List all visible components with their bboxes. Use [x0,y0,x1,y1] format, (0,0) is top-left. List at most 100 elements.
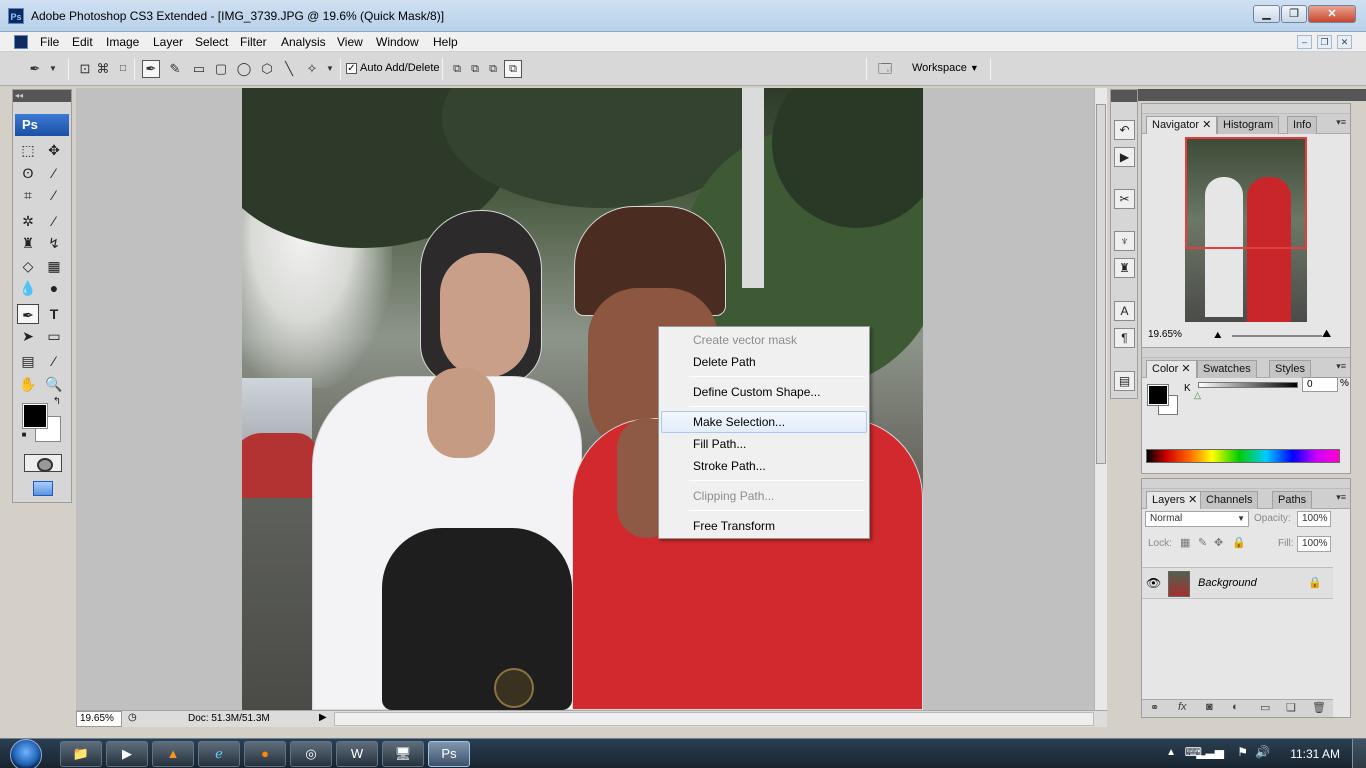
menu-edit[interactable]: Edit [72,35,93,49]
type-tool-icon[interactable]: T [43,304,65,324]
status-info-icon[interactable]: ◷ [128,712,137,723]
clone-stamp-icon[interactable]: ♜ [17,233,39,253]
tab-color[interactable]: Color ✕ [1146,360,1197,378]
menu-image[interactable]: Image [106,35,139,49]
toolbox-collapse-icon[interactable]: ◂◂ [13,90,71,102]
blend-mode-select[interactable]: Normal ▼ [1145,511,1249,527]
vertical-scroll-thumb[interactable] [1096,104,1106,464]
fill-path-item[interactable]: Fill Path... [661,433,867,455]
action-center-flag-icon[interactable]: ⚑ [1237,745,1248,759]
minimize-button[interactable]: ▁ [1253,5,1280,23]
adjustment-layer-icon[interactable]: ◐ [1232,701,1239,713]
show-desktop-button[interactable] [1352,739,1366,768]
navigator-zoom-value[interactable]: 19.65% [1148,329,1182,340]
zoom-out-icon[interactable]: ⛰ [1214,330,1222,341]
rectangle-shape-icon[interactable]: ▭ [190,60,208,78]
panel-menu-icon[interactable]: ▾≡ [1336,117,1346,128]
geometry-dropdown-icon[interactable]: ▼ [325,60,335,78]
quick-mask-button[interactable] [24,454,62,472]
ellipse-icon[interactable]: ◯ [235,60,253,78]
path-selection-icon[interactable]: ➤ [17,326,39,346]
zoom-in-icon[interactable]: ⛰ [1322,328,1331,341]
firefox-taskbar-icon[interactable]: ● [244,741,286,767]
subtract-shape-area-icon[interactable]: ⧉ [466,60,484,78]
healing-brush-icon[interactable]: ✲ [17,211,39,231]
menu-filter[interactable]: Filter [240,35,267,49]
screen-mode-button[interactable] [24,479,62,497]
layer-row[interactable]: 👁 Background 🔒 [1142,567,1333,599]
marquee-tool-icon[interactable]: ⬚ [17,140,39,160]
word-taskbar-icon[interactable]: W [336,741,378,767]
checkbox-icon[interactable]: ✓ [346,62,357,74]
navigator-view-box[interactable] [1185,137,1307,249]
pen-tool-icon[interactable]: ✒ [17,304,39,324]
line-icon[interactable]: ╲ [280,60,298,78]
photoshop-badge[interactable]: Ps [15,114,69,136]
add-mask-icon[interactable]: ◙ [1206,701,1213,713]
computer-taskbar-icon[interactable]: 🖥 [382,741,424,767]
default-colors-icon[interactable]: ■ [19,430,29,440]
pen-tool-preset-icon[interactable]: ✒ [26,60,44,78]
internet-explorer-taskbar-icon[interactable]: ℯ [198,741,240,767]
add-to-shape-area-icon[interactable]: ⧉ [448,60,466,78]
crop-tool-icon[interactable]: ⌗ [17,185,39,205]
color-fg-swatch[interactable] [1147,384,1169,406]
history-brush-icon[interactable]: ↯ [43,233,65,253]
signal-icon[interactable]: ▂▃▅ [1196,745,1224,759]
menu-view[interactable]: View [337,35,363,49]
eraser-tool-icon[interactable]: ◇ [17,256,39,276]
brushes-panel-icon[interactable]: ♆ [1114,231,1135,251]
new-group-icon[interactable]: ▭ [1260,701,1270,714]
volume-icon[interactable]: 🔊 [1255,745,1270,759]
vlc-taskbar-icon[interactable]: ▲ [152,741,194,767]
menu-file[interactable]: File [40,35,59,49]
polygon-icon[interactable]: ⬡ [258,60,276,78]
tab-styles[interactable]: Styles [1269,360,1311,378]
layer-thumbnail[interactable] [1168,571,1190,597]
clone-source-icon[interactable]: ♜ [1114,258,1135,278]
fill-pixels-icon[interactable]: □ [114,60,132,78]
start-button[interactable] [6,739,46,768]
photoshop-taskbar-icon[interactable]: Ps [428,741,470,767]
tab-histogram[interactable]: Histogram [1217,116,1280,134]
lock-transparency-icon[interactable]: ▦ [1180,536,1190,549]
menu-analysis[interactable]: Analysis [281,35,326,49]
delete-path-item[interactable]: Delete Path [661,351,867,373]
lasso-tool-icon[interactable]: ʘ [17,163,39,183]
zoom-tool-icon[interactable]: 🔍 [43,374,65,394]
menu-layer[interactable]: Layer [153,35,183,49]
lock-pixels-icon[interactable]: ✎ [1198,536,1207,549]
status-menu-arrow-icon[interactable]: ▶ [319,712,327,723]
eyedropper-icon[interactable]: ⁄ [43,351,65,371]
doc-restore-button[interactable]: ❐ [1317,35,1332,49]
layer-name[interactable]: Background [1198,577,1257,589]
tab-info[interactable]: Info [1287,116,1318,134]
photoshop-app-icon[interactable]: Ps [8,8,24,24]
preset-dropdown-arrow-icon[interactable]: ▼ [48,60,58,78]
k-channel-slider[interactable] [1198,382,1298,388]
navigator-zoom-slider[interactable] [1232,335,1322,337]
character-panel-icon[interactable]: A [1114,301,1135,321]
tray-expand-icon[interactable]: ▲ [1166,747,1176,758]
color-spectrum-bar[interactable] [1146,449,1340,463]
document-icon[interactable] [14,35,28,49]
lock-all-icon[interactable]: 🔒 [1232,536,1246,549]
workspace-button[interactable]: Workspace ▼ [912,62,979,74]
magic-wand-icon[interactable]: ⁄ [43,163,65,183]
new-layer-icon[interactable]: ❏ [1286,701,1296,714]
make-selection-item[interactable]: Make Selection... [661,411,867,433]
zoom-level-field[interactable]: 19.65% [76,711,122,727]
freeform-pen-icon[interactable]: ✎ [166,60,184,78]
lock-position-icon[interactable]: ✥ [1214,536,1223,549]
k-value-field[interactable]: 0 [1302,377,1338,392]
horizontal-scrollbar[interactable] [334,712,1094,726]
rounded-rectangle-icon[interactable]: ▢ [212,60,230,78]
tab-paths[interactable]: Paths [1272,491,1313,509]
doc-minimize-button[interactable]: – [1297,35,1312,49]
tab-channels[interactable]: Channels [1200,491,1259,509]
blur-tool-icon[interactable]: 💧 [17,278,39,298]
paths-mode-icon[interactable]: ⌘ [94,60,112,78]
slider-handle-icon[interactable]: △ [1194,390,1201,401]
clock[interactable]: 11:31 AM [1290,747,1340,761]
app-taskbar-icon[interactable]: ◎ [290,741,332,767]
